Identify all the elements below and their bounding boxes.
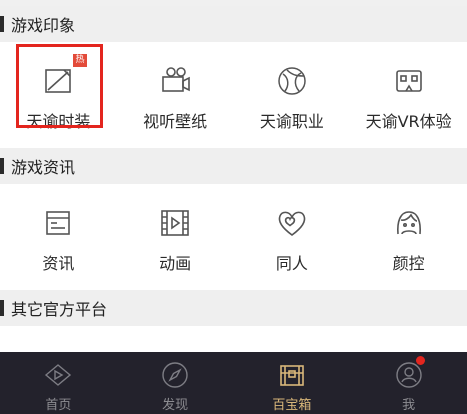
tab-discover[interactable]: 发现 (117, 352, 234, 414)
section-marker (0, 16, 4, 32)
section-title: 游戏印象 (11, 16, 76, 35)
item-label: 天谕职业 (259, 112, 324, 131)
swirl-icon (273, 62, 311, 100)
item-vr[interactable]: 天谕VR体验 (350, 42, 467, 160)
section-title: 游戏资讯 (11, 158, 76, 177)
tab-label: 百宝箱 (272, 398, 312, 413)
section-header-game-impression: 游戏印象 (0, 6, 467, 42)
tab-label: 我 (402, 398, 416, 413)
treasure-chest-icon (277, 360, 307, 390)
item-label: 视听壁纸 (143, 112, 208, 131)
tab-me[interactable]: 我 (350, 352, 467, 414)
section-marker (0, 300, 4, 316)
tab-treasure-box[interactable]: 百宝箱 (234, 352, 351, 414)
item-label: 颜控 (392, 254, 425, 273)
item-wallpaper[interactable]: 视听壁纸 (117, 42, 234, 160)
hearts-icon (273, 204, 311, 242)
section-title: 其它官方平台 (11, 300, 108, 319)
section-header-game-news: 游戏资讯 (0, 148, 467, 184)
item-label: 同人 (275, 254, 308, 273)
tab-home[interactable]: 首页 (0, 352, 117, 414)
item-face[interactable]: 颜控 (350, 184, 467, 302)
vr-headset-icon (390, 62, 428, 100)
section-marker (0, 158, 4, 174)
item-label: 天谕VR体验 (365, 112, 452, 131)
item-fanart[interactable]: 同人 (234, 184, 351, 302)
notification-dot (416, 356, 426, 365)
home-icon (43, 360, 73, 390)
section-header-other-platforms: 其它官方平台 (0, 290, 467, 326)
hot-badge: 热 (73, 54, 87, 67)
film-play-icon (156, 204, 194, 242)
face-icon (390, 204, 428, 242)
bottom-tab-bar: 首页 发现 百宝箱 我 (0, 352, 467, 414)
item-label: 资讯 (42, 254, 75, 273)
item-label: 动画 (159, 254, 192, 273)
highlight-box (16, 44, 103, 128)
item-news[interactable]: 资讯 (0, 184, 117, 302)
item-animation[interactable]: 动画 (117, 184, 234, 302)
video-camera-icon (156, 62, 194, 100)
compass-icon (160, 360, 190, 390)
game-news-grid: 资讯 动画 同人 颜控 (0, 184, 467, 302)
tab-label: 首页 (45, 398, 72, 413)
item-profession[interactable]: 天谕职业 (234, 42, 351, 160)
tab-label: 发现 (162, 398, 189, 413)
document-icon (39, 204, 77, 242)
